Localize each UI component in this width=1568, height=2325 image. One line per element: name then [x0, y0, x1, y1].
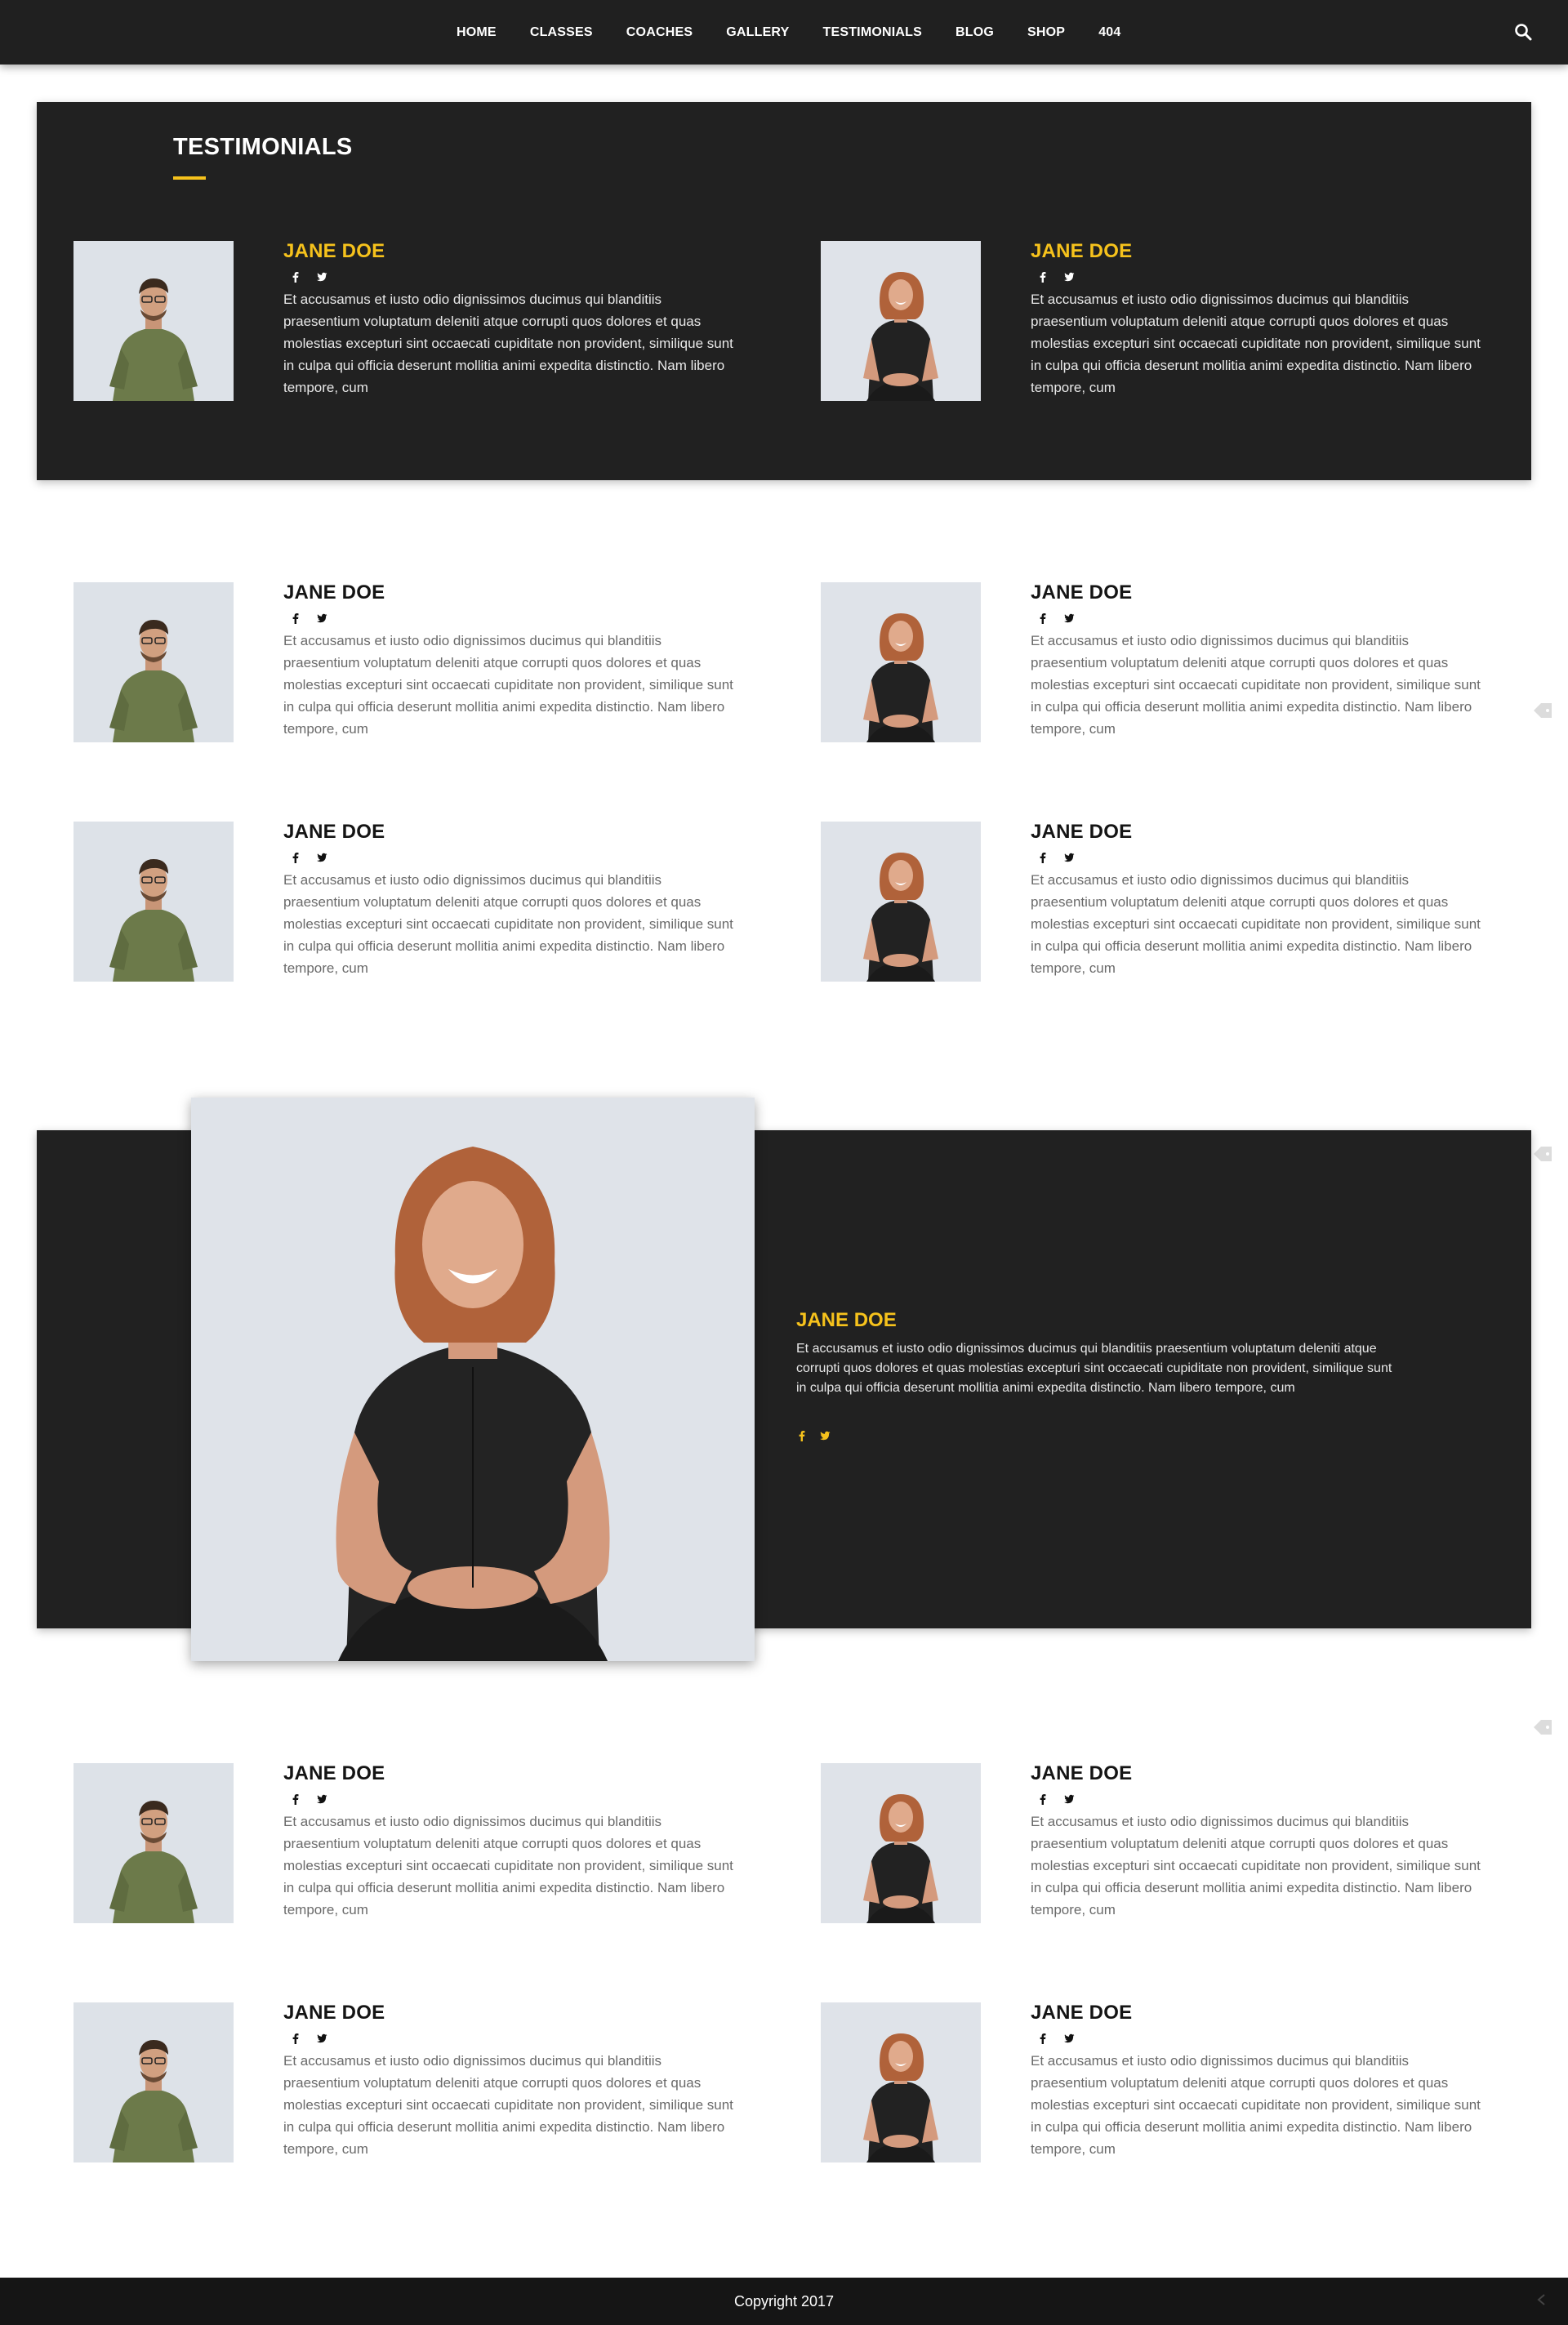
- testimonial-text: Et accusamus et iusto odio dignissimos d…: [283, 1814, 733, 1917]
- chevron-left-icon[interactable]: [1534, 2292, 1550, 2308]
- twitter-icon[interactable]: [819, 1430, 831, 1441]
- testimonial-text: Et accusamus et iusto odio dignissimos d…: [1031, 2053, 1481, 2157]
- testimonial-name: JANE DOE: [1031, 240, 1133, 262]
- facebook-icon[interactable]: [1037, 852, 1049, 863]
- twitter-icon[interactable]: [316, 852, 327, 863]
- testimonial-name: JANE DOE: [283, 240, 385, 262]
- facebook-icon[interactable]: [290, 612, 301, 624]
- testimonial-photo: [821, 2002, 981, 2162]
- featured-social-links: [796, 1430, 831, 1441]
- testimonial-text: Et accusamus et iusto odio dignissimos d…: [283, 2053, 733, 2157]
- title-underline: [173, 176, 206, 180]
- facebook-icon[interactable]: [290, 852, 301, 863]
- social-links: [290, 849, 327, 866]
- testimonial-text: Et accusamus et iusto odio dignissimos d…: [283, 633, 733, 737]
- nav-menu: HOME CLASSES COACHES GALLERY TESTIMONIAL…: [457, 0, 1154, 65]
- nav-link-home[interactable]: HOME: [457, 25, 497, 40]
- facebook-icon[interactable]: [290, 1793, 301, 1805]
- testimonial-photo: [74, 241, 234, 401]
- twitter-icon[interactable]: [1063, 612, 1075, 624]
- featured-text: Et accusamus et iusto odio dignissimos d…: [796, 1342, 1392, 1395]
- nav-link-shop[interactable]: SHOP: [1027, 25, 1065, 40]
- testimonial-text: Et accusamus et iusto odio dignissimos d…: [1031, 633, 1481, 737]
- social-links: [290, 269, 327, 285]
- nav-link-blog[interactable]: BLOG: [956, 25, 994, 40]
- nav-link-testimonials[interactable]: TESTIMONIALS: [822, 25, 922, 40]
- nav-link-gallery[interactable]: GALLERY: [726, 25, 789, 40]
- testimonial-name: JANE DOE: [1031, 821, 1133, 843]
- facebook-icon[interactable]: [1037, 612, 1049, 624]
- twitter-icon[interactable]: [1063, 852, 1075, 863]
- testimonial-text: Et accusamus et iusto odio dignissimos d…: [283, 872, 733, 976]
- testimonial-name: JANE DOE: [283, 1762, 385, 1784]
- testimonial-text: Et accusamus et iusto odio dignissimos d…: [1031, 872, 1481, 976]
- social-links: [1037, 269, 1075, 285]
- testimonial-photo: [74, 2002, 234, 2162]
- testimonial-name: JANE DOE: [283, 2002, 385, 2024]
- testimonial-photo: [821, 822, 981, 982]
- tag-icon[interactable]: [1530, 1142, 1555, 1166]
- twitter-icon[interactable]: [1063, 2033, 1075, 2044]
- footer: Copyright 2017: [0, 2278, 1568, 2325]
- tag-icon[interactable]: [1530, 1715, 1555, 1739]
- featured-photo: [191, 1098, 755, 1661]
- social-links: [290, 1791, 327, 1807]
- social-links: [290, 2030, 327, 2047]
- social-links: [1037, 1791, 1075, 1807]
- tag-icon[interactable]: [1530, 698, 1555, 723]
- facebook-icon[interactable]: [796, 1430, 808, 1441]
- facebook-icon[interactable]: [290, 271, 301, 283]
- testimonial-text: Et accusamus et iusto odio dignissimos d…: [283, 292, 733, 395]
- social-links: [290, 610, 327, 626]
- testimonial-name: JANE DOE: [283, 821, 385, 843]
- testimonial-text: Et accusamus et iusto odio dignissimos d…: [1031, 1814, 1481, 1917]
- social-links: [1037, 2030, 1075, 2047]
- twitter-icon[interactable]: [316, 612, 327, 624]
- testimonial-photo: [74, 582, 234, 742]
- top-navbar: HOME CLASSES COACHES GALLERY TESTIMONIAL…: [0, 0, 1568, 65]
- twitter-icon[interactable]: [1063, 1793, 1075, 1805]
- testimonial-name: JANE DOE: [1031, 581, 1133, 604]
- facebook-icon[interactable]: [290, 2033, 301, 2044]
- facebook-icon[interactable]: [1037, 1793, 1049, 1805]
- social-links: [1037, 610, 1075, 626]
- twitter-icon[interactable]: [316, 271, 327, 283]
- nav-link-404[interactable]: 404: [1098, 25, 1120, 40]
- social-links: [1037, 849, 1075, 866]
- featured-name: JANE DOE: [796, 1309, 897, 1331]
- copyright-text: Copyright 2017: [733, 2293, 835, 2309]
- testimonial-name: JANE DOE: [1031, 2002, 1133, 2024]
- testimonial-photo: [821, 582, 981, 742]
- nav-link-coaches[interactable]: COACHES: [626, 25, 693, 40]
- testimonial-photo: [74, 1763, 234, 1923]
- search-icon[interactable]: [1514, 23, 1532, 41]
- testimonial-name: JANE DOE: [1031, 1762, 1133, 1784]
- testimonial-text: Et accusamus et iusto odio dignissimos d…: [1031, 292, 1481, 395]
- testimonial-photo: [821, 241, 981, 401]
- twitter-icon[interactable]: [1063, 271, 1075, 283]
- facebook-icon[interactable]: [1037, 2033, 1049, 2044]
- nav-link-classes[interactable]: CLASSES: [530, 25, 593, 40]
- testimonial-photo: [74, 822, 234, 982]
- testimonial-photo: [821, 1763, 981, 1923]
- facebook-icon[interactable]: [1037, 271, 1049, 283]
- twitter-icon[interactable]: [316, 1793, 327, 1805]
- page-title: TESTIMONIALS: [173, 134, 353, 160]
- twitter-icon[interactable]: [316, 2033, 327, 2044]
- testimonial-name: JANE DOE: [283, 581, 385, 604]
